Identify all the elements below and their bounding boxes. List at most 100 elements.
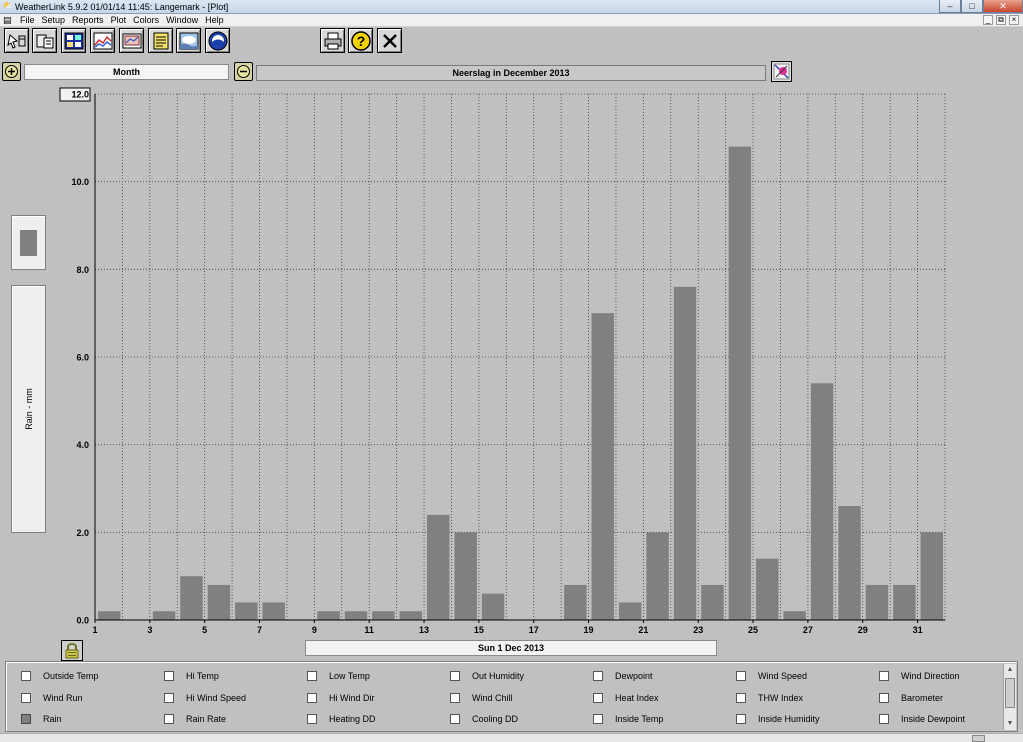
checkbox[interactable]	[164, 713, 174, 724]
checkbox[interactable]	[736, 692, 746, 703]
menu-reports[interactable]: Reports	[72, 14, 109, 27]
summary-plot-button[interactable]	[90, 28, 115, 53]
bar	[838, 506, 861, 620]
walk-download-button[interactable]	[32, 28, 57, 53]
checkbox[interactable]	[21, 670, 31, 681]
menu-setup[interactable]: Setup	[42, 14, 71, 27]
checkbox[interactable]	[879, 692, 889, 703]
period-select[interactable]: Month	[24, 64, 229, 80]
checkbox[interactable]	[307, 692, 317, 703]
menu-bar: ▤ File Setup Reports Plot Colors Window …	[0, 14, 1023, 27]
minimize-button[interactable]: –	[939, 0, 961, 13]
checkbox[interactable]	[21, 713, 31, 724]
checkbox[interactable]	[164, 670, 174, 681]
checkbox[interactable]	[879, 713, 889, 724]
checkbox-item[interactable]: Heat Index	[593, 691, 659, 704]
checkbox[interactable]	[450, 713, 460, 724]
maximize-button[interactable]: □	[961, 0, 983, 13]
help-button[interactable]: ?	[348, 28, 373, 53]
checkbox-panel-scrollbar[interactable]: ▲ ▼	[1003, 664, 1016, 730]
zoom-in-button[interactable]	[2, 62, 21, 81]
checkbox-label: Barometer	[901, 692, 944, 703]
lock-scale-button[interactable]	[61, 640, 83, 661]
mdi-close-button[interactable]: ×	[1009, 15, 1019, 25]
print-button[interactable]	[320, 28, 345, 53]
mdi-minimize-button[interactable]: _	[983, 15, 993, 25]
checkbox-item[interactable]: Cooling DD	[450, 712, 518, 725]
mdi-controls: _ ⧉ ×	[983, 15, 1019, 25]
weather-button[interactable]	[176, 28, 201, 53]
checkbox-item[interactable]: Low Temp	[307, 669, 370, 682]
horizontal-scrollbar[interactable]	[0, 733, 1023, 742]
menu-plot[interactable]: Plot	[111, 14, 132, 27]
noaa-report-button[interactable]	[205, 28, 230, 53]
hscroll-thumb[interactable]	[972, 735, 985, 742]
bar	[399, 611, 423, 620]
x-tick-label: 5	[202, 625, 207, 635]
checkbox[interactable]	[593, 713, 603, 724]
scroll-up-icon[interactable]: ▲	[1004, 664, 1016, 676]
menu-window[interactable]: Window	[166, 14, 203, 27]
checkbox[interactable]	[736, 713, 746, 724]
checkbox-item[interactable]: Rain	[21, 712, 62, 725]
scroll-down-icon[interactable]: ▼	[1004, 718, 1016, 730]
checkbox-item[interactable]: Dewpoint	[593, 669, 653, 682]
scroll-thumb[interactable]	[1005, 678, 1015, 708]
checkbox-item[interactable]: THW Index	[736, 691, 803, 704]
y-tick-label: 4.0	[76, 440, 89, 450]
help-icon: ?	[350, 30, 371, 51]
checkbox-item[interactable]: Rain Rate	[164, 712, 226, 725]
checkbox-item[interactable]: Wind Speed	[736, 669, 807, 682]
menu-help[interactable]: Help	[205, 14, 229, 27]
checkbox-item[interactable]: Inside Temp	[593, 712, 663, 725]
checkbox-item[interactable]: Hi Temp	[164, 669, 219, 682]
mdi-document-icon[interactable]: ▤	[3, 15, 13, 25]
menu-file[interactable]: File	[20, 14, 40, 27]
checkbox-label: Wind Direction	[901, 670, 960, 681]
zoom-out-button[interactable]	[234, 62, 253, 81]
checkbox-item[interactable]: Wind Direction	[879, 669, 960, 682]
strip-chart-button[interactable]	[119, 28, 144, 53]
checkbox-item[interactable]: Hi Wind Speed	[164, 691, 246, 704]
checkbox[interactable]	[307, 713, 317, 724]
checkbox-item[interactable]: Outside Temp	[21, 669, 98, 682]
select-station-button[interactable]	[4, 28, 29, 53]
bar	[893, 584, 916, 620]
checkbox-label: Dewpoint	[615, 670, 653, 681]
mdi-restore-button[interactable]: ⧉	[996, 15, 1006, 25]
checkbox[interactable]	[593, 692, 603, 703]
checkbox[interactable]	[879, 670, 889, 681]
zoom-in-icon	[5, 65, 18, 78]
summary-plot-icon	[93, 32, 112, 49]
checkbox-item[interactable]: Inside Dewpoint	[879, 712, 965, 725]
checkbox[interactable]	[450, 670, 460, 681]
checkbox-item[interactable]: Inside Humidity	[736, 712, 820, 725]
close-window-button[interactable]: ✕	[983, 0, 1023, 13]
y-tick-label: 10.0	[71, 177, 89, 187]
checkbox-item[interactable]: Barometer	[879, 691, 943, 704]
checkbox-item[interactable]: Wind Chill	[450, 691, 513, 704]
checkbox[interactable]	[164, 692, 174, 703]
bar	[372, 611, 395, 620]
checkbox-item[interactable]: Wind Run	[21, 691, 83, 704]
plot-title-field[interactable]: Neerslag in December 2013	[256, 65, 766, 81]
x-tick-label: 7	[257, 625, 262, 635]
checkbox[interactable]	[593, 670, 603, 681]
date-field[interactable]: Sun 1 Dec 2013	[305, 640, 717, 656]
checkbox-item[interactable]: Heating DD	[307, 712, 376, 725]
checkbox[interactable]	[307, 670, 317, 681]
notes-button[interactable]	[148, 28, 173, 53]
weatherlink-icon[interactable]: ⛅	[2, 1, 14, 12]
close-plot-button[interactable]	[377, 28, 402, 53]
menu-colors[interactable]: Colors	[133, 14, 164, 27]
checkbox-label: Hi Wind Speed	[186, 692, 247, 703]
checkbox[interactable]	[450, 692, 460, 703]
marker-button[interactable]	[771, 61, 792, 82]
checkbox-item[interactable]: Out Humidity	[450, 669, 524, 682]
checkbox-item[interactable]: Hi Wind Dir	[307, 691, 375, 704]
checkbox-label: Outside Temp	[43, 670, 99, 681]
checkbox[interactable]	[736, 670, 746, 681]
x-tick-label: 15	[474, 625, 484, 635]
bulletin-button[interactable]	[61, 28, 86, 53]
checkbox[interactable]	[21, 692, 31, 703]
